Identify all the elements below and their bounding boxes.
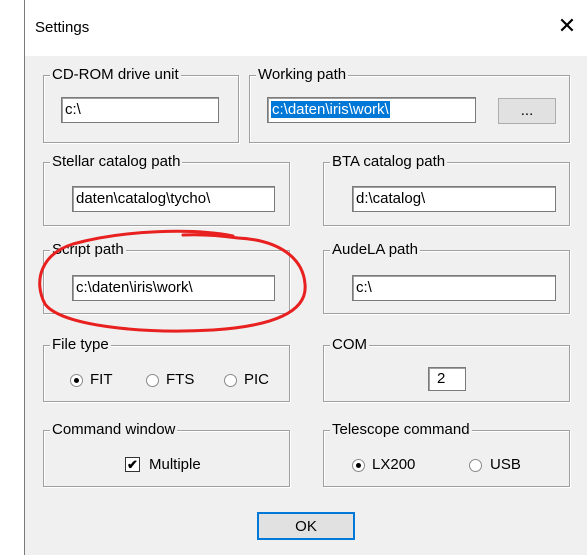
browse-button[interactable]: ... [498,98,556,124]
radio-fit[interactable] [70,374,83,387]
bta-catalog-field[interactable]: d:\catalog\ [352,186,556,212]
stellar-catalog-field[interactable]: daten\catalog\tycho\ [72,186,275,212]
telescope-command-group: Telescope command LX200 USB [323,420,570,487]
working-path-label: Working path [256,65,349,85]
radio-lx200[interactable] [352,459,365,472]
radio-lx200-label: LX200 [372,456,416,473]
com-label: COM [330,335,369,355]
title-bar: Settings ✕ [25,0,587,56]
command-window-group: Command window ✔ Multiple [43,420,290,487]
audela-path-label: AudeLA path [330,240,420,260]
radio-usb[interactable] [469,459,482,472]
radio-usb-label: USB [490,456,521,473]
audela-path-field[interactable]: c:\ [352,275,556,301]
bta-catalog-group: BTA catalog path d:\catalog\ [323,152,570,226]
radio-fts[interactable] [146,374,159,387]
radio-fts-label: FTS [166,371,195,388]
ok-button[interactable]: OK [257,512,355,540]
settings-dialog: Settings ✕ CD-ROM drive unit c:\ Working… [24,0,587,555]
file-type-label: File type [50,335,111,355]
stellar-catalog-group: Stellar catalog path daten\catalog\tycho… [43,152,290,226]
working-path-value: c:\daten\iris\work\ [271,101,390,118]
radio-pic-label: PIC [244,371,270,388]
com-field[interactable]: 2 [428,367,466,391]
annotation-highlight [38,229,307,333]
close-icon[interactable]: ✕ [555,14,579,38]
multiple-checkbox-label: Multiple [149,456,201,473]
cdrom-group: CD-ROM drive unit c:\ [43,65,239,143]
working-path-group: Working path c:\daten\iris\work\ ... [249,65,570,143]
cdrom-field[interactable]: c:\ [61,97,219,123]
working-path-field[interactable]: c:\daten\iris\work\ [267,97,476,123]
radio-pic[interactable] [224,374,237,387]
com-group: COM 2 [323,335,570,402]
telescope-command-label: Telescope command [330,420,472,440]
radio-fit-label: FIT [90,371,113,388]
window-title: Settings [35,19,90,36]
file-type-group: File type FIT FTS PIC [43,335,290,402]
audela-path-group: AudeLA path c:\ [323,240,570,314]
multiple-checkbox[interactable]: ✔ [125,457,140,472]
command-window-label: Command window [50,420,178,440]
stellar-catalog-label: Stellar catalog path [50,152,183,172]
cdrom-label: CD-ROM drive unit [50,65,181,85]
bta-catalog-label: BTA catalog path [330,152,448,172]
